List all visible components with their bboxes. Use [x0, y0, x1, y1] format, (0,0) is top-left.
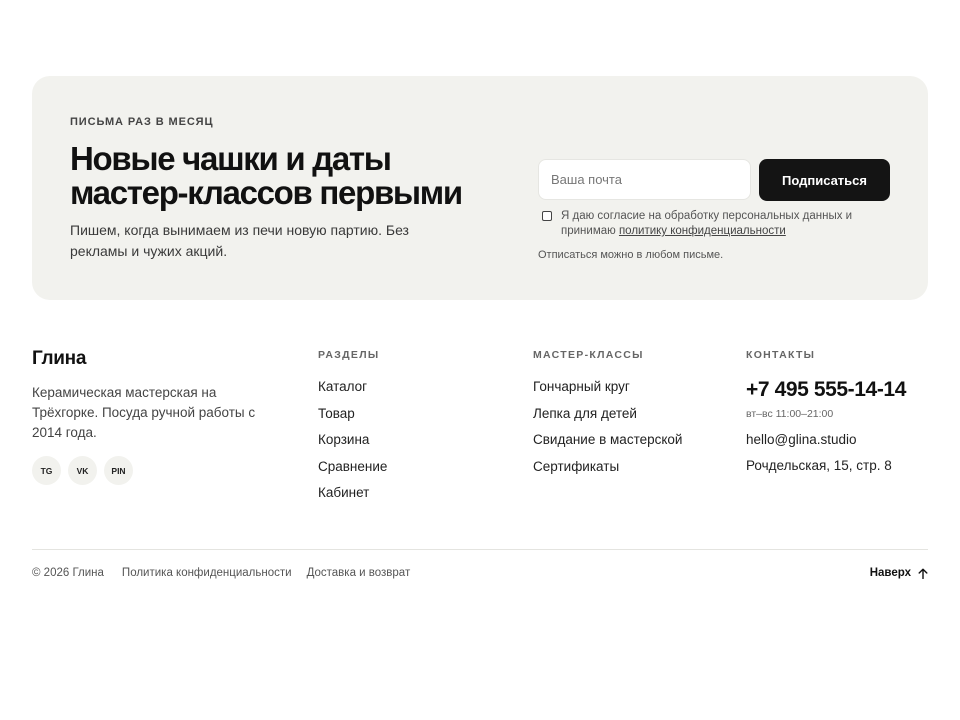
footer-link-compare[interactable]: Сравнение [318, 458, 387, 485]
footer-link-catalog[interactable]: Каталог [318, 378, 387, 405]
back-to-top-button[interactable]: Наверх [870, 567, 928, 579]
consent-label: Я даю согласие на обработку персональных… [561, 209, 887, 239]
email-input[interactable] [538, 159, 751, 200]
subscribe-button[interactable]: Подписаться [759, 159, 890, 201]
social-link-pinterest[interactable]: PIN [104, 456, 133, 485]
footer-link-product[interactable]: Товар [318, 405, 387, 432]
arrow-up-icon [918, 568, 928, 579]
back-to-top-label: Наверх [869, 567, 911, 579]
footer-divider [32, 549, 928, 550]
copyright: © 2026 Глина [32, 567, 104, 579]
email-link[interactable]: hello@glina.studio [746, 432, 906, 450]
column-title: МАСТЕР-КЛАССЫ [533, 349, 644, 361]
social-links: TG VK PIN [32, 456, 133, 485]
footer-link-certificates[interactable]: Сертификаты [533, 458, 682, 485]
column-title: КОНТАКТЫ [746, 349, 816, 361]
footer-bottom-bar: © 2026 Глина Политика конфиденциальности… [32, 567, 928, 579]
consent-checkbox[interactable] [542, 211, 552, 221]
consent-row: Я даю согласие на обработку персональных… [542, 209, 887, 239]
footer-link-account[interactable]: Кабинет [318, 484, 387, 511]
social-link-vk[interactable]: VK [68, 456, 97, 485]
newsletter-description: Пишем, когда вынимаем из печи новую парт… [70, 222, 409, 259]
footer-column-contacts: КОНТАКТЫ +7 495 555-14-14 вт–вс 11:00–21… [746, 349, 906, 476]
address: Рочдельская, 15, стр. 8 [746, 458, 892, 473]
footer-column-sections: РАЗДЕЛЫ Каталог Товар Корзина Сравнение … [318, 349, 387, 511]
brand-description: Керамическая мастерская на Трёхгорке. По… [32, 385, 256, 440]
social-link-telegram[interactable]: TG [32, 456, 61, 485]
unsubscribe-note: Отписаться можно в любом письме. [538, 249, 724, 261]
footer-link-cart[interactable]: Корзина [318, 431, 387, 458]
footer-link-studio-date[interactable]: Свидание в мастерской [533, 431, 682, 458]
footer-link-kids-modeling[interactable]: Лепка для детей [533, 405, 682, 432]
privacy-link[interactable]: Политика конфиденциальности [122, 567, 292, 579]
opening-hours: вт–вс 11:00–21:00 [746, 408, 834, 420]
column-title: РАЗДЕЛЫ [318, 349, 380, 361]
footer-link-pottery-wheel[interactable]: Гончарный круг [533, 378, 682, 405]
newsletter-card: ПИСЬМА РАЗ В МЕСЯЦ Новые чашки и даты ма… [32, 76, 928, 300]
newsletter-eyebrow: ПИСЬМА РАЗ В МЕСЯЦ [70, 116, 214, 128]
delivery-link[interactable]: Доставка и возврат [307, 567, 411, 579]
brand-logo[interactable]: Глина [32, 348, 86, 370]
newsletter-headline: Новые чашки и даты мастер-классов первым… [70, 140, 463, 211]
phone-link[interactable]: +7 495 555-14-14 [746, 378, 906, 403]
footer-column-classes: МАСТЕР-КЛАССЫ Гончарный круг Лепка для д… [533, 349, 682, 484]
privacy-policy-link[interactable]: политику конфиденциальности [619, 225, 786, 237]
